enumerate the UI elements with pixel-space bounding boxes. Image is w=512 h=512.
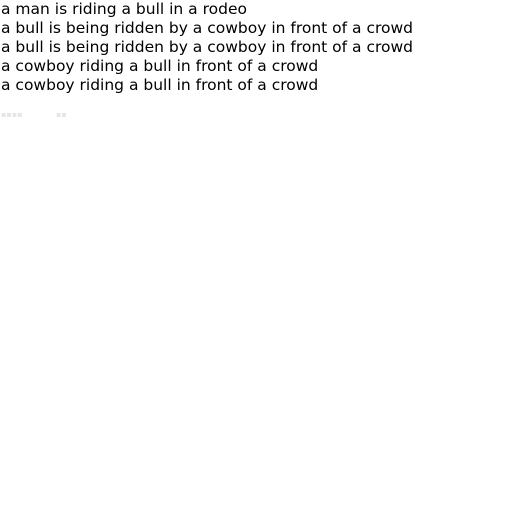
faint-mark-left: ▪▪▪▪: [1, 110, 23, 119]
caption-line-2: a bull is being ridden by a cowboy in fr…: [1, 19, 414, 37]
caption-list: a man is riding a bull in a rodeo a bull…: [1, 0, 511, 95]
caption-line-5: a cowboy riding a bull in front of a cro…: [1, 76, 319, 94]
faint-marks-row: ▪▪▪▪ ▪▪: [1, 109, 121, 121]
faint-mark-right: ▪▪: [56, 110, 67, 119]
caption-line-4: a cowboy riding a bull in front of a cro…: [1, 57, 319, 75]
caption-line-1: a man is riding a bull in a rodeo: [1, 0, 247, 18]
caption-line-3: a bull is being ridden by a cowboy in fr…: [1, 38, 414, 56]
